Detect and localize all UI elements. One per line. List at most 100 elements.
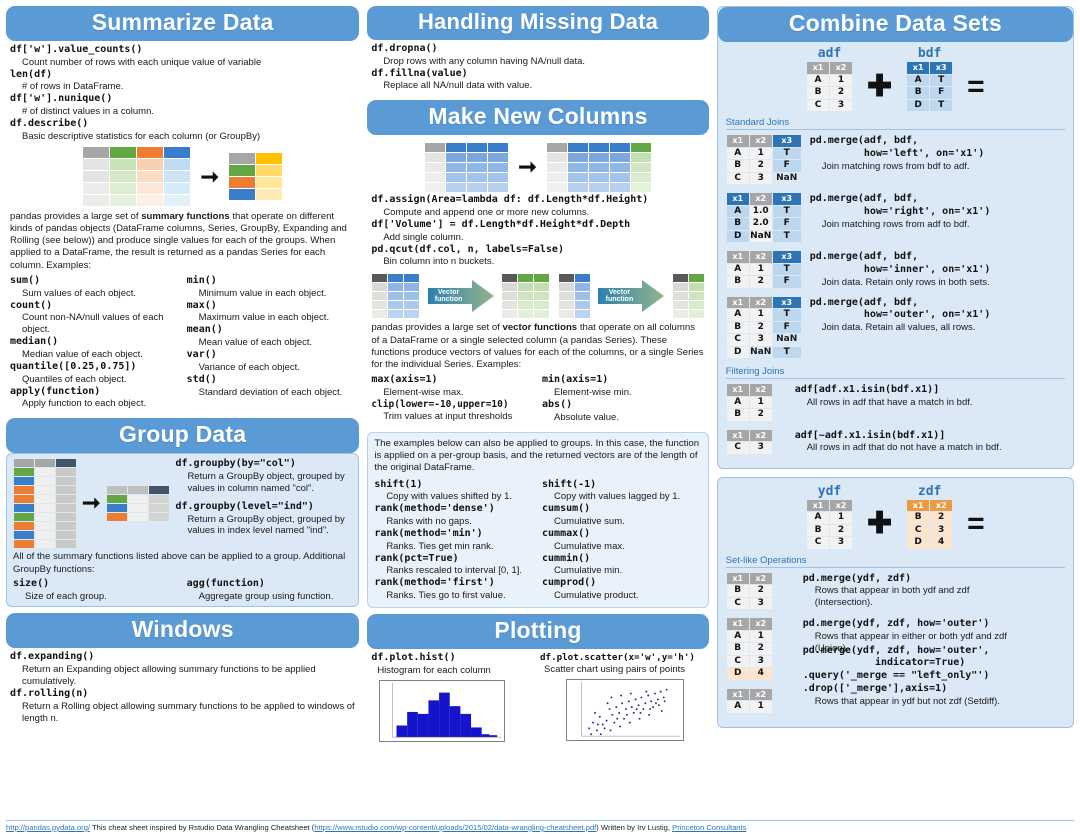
fn-apply: apply(function)	[10, 385, 101, 397]
section-windows: Windows df.expanding() Return an Expandi…	[6, 613, 360, 726]
adf-bdf-diagram: adf x1 x2 A1 B2 C3 ✚ bdf x1 x3 AT B F D …	[726, 46, 1065, 112]
fn-groupby-level: df.groupby(level="ind")	[175, 500, 314, 512]
vector-function-arrow-1: Vector function	[427, 279, 494, 313]
table-header-row: x1 x2 x3	[726, 193, 801, 205]
table-row: C3	[907, 524, 953, 536]
fn-median: median()	[10, 336, 59, 348]
section-set-operations: ydf x1 x2 A1 B2 C3 ✚ zdf x1 x2 B2 C3 D 4…	[716, 476, 1074, 728]
right-arrow-icon: ➞	[82, 490, 101, 516]
pandas-link[interactable]: http://pandas.pydata.org/	[6, 823, 90, 832]
desc-var: Variance of each object.	[198, 361, 300, 373]
desc-len: # of rows in DataFrame.	[22, 81, 124, 93]
group-apply-left-list: shift(1) Copy with values shifted by 1. …	[374, 479, 534, 602]
table-row: B2	[726, 585, 772, 597]
table-row: B2	[726, 643, 772, 655]
desc-plot-scatter: Scatter chart using pairs of points	[544, 663, 686, 675]
princeton-consultants-link[interactable]: Princeton Consultants	[672, 823, 746, 832]
filter-isin-text: adf[adf.x1.isin(bdf.x1)] All rows in adf…	[794, 384, 973, 408]
desc-cummax: Cumulative max.	[554, 540, 625, 552]
desc-shift-minus1: Copy with values lagged by 1.	[554, 491, 681, 503]
table-row: B2F	[726, 321, 801, 333]
group-note: All of the summary functions listed abov…	[13, 551, 346, 575]
diagram-table-result	[229, 153, 283, 201]
join-outer: x1 x2 x3 A1T B2F C 3 NaN D NaN T pd.merge(adf,…	[726, 296, 1065, 360]
adf-block: adf x1 x2 A1 B2 C3	[806, 46, 853, 112]
section-title-plotting: Plotting	[367, 613, 709, 649]
desc-agg: Aggregate group using function.	[198, 590, 334, 602]
new-columns-diagram: ➞	[371, 142, 704, 192]
table-row: A1	[726, 701, 772, 713]
groupby-result-table	[106, 485, 169, 521]
vector-right-list: min(axis=1) Element-wise min. abs() Abso…	[542, 374, 705, 423]
table-row: B2	[907, 512, 953, 524]
table-row: BF	[907, 87, 953, 99]
table-row: A 1.0 T	[726, 205, 801, 217]
col-header: x3	[930, 62, 953, 74]
fn-rolling: df.rolling(n)	[10, 688, 89, 699]
fn-max: max()	[186, 299, 217, 311]
table-row: D4	[726, 668, 772, 680]
table-row: C3	[726, 442, 772, 454]
plot-scatter-block: df.plot.scatter(x='w',y='h') Scatter cha…	[540, 652, 705, 745]
group-data-panel: ➞ df.groupby(by="col") Return a GroupBy …	[6, 453, 360, 608]
col-header: x2	[830, 62, 853, 74]
fn-plot-hist: df.plot.hist()	[371, 651, 456, 663]
set-union-table: x1 x2 A1 B2 C3 D4	[726, 617, 773, 681]
column-middle: Handling Missing Data df.dropna() Drop r…	[367, 6, 709, 812]
section-group-data: Group Data ➞ df.groupby(by="col") Return…	[6, 418, 360, 608]
ydf-name: ydf	[817, 483, 842, 499]
table-row: C 3 NaN	[726, 172, 801, 184]
right-arrow-icon: ➞	[518, 154, 537, 180]
zdf-name: zdf	[917, 483, 942, 499]
desc-volume-column: Add single column.	[383, 231, 464, 243]
fn-agg: agg(function)	[186, 577, 265, 589]
group-apply-right-list: shift(-1) Copy with values lagged by 1. …	[542, 479, 702, 602]
desc-mean: Mean value of each object.	[198, 337, 313, 349]
groupby-diagram: ➞	[13, 458, 169, 548]
fn-cummax: cummax()	[542, 527, 591, 539]
adf-table: x1 x2 A1 B2 C3	[806, 61, 853, 112]
plot-hist-block: df.plot.hist() Histogram for each column	[371, 652, 536, 745]
bdf-name: bdf	[917, 46, 942, 61]
filtering-joins-label: Filtering Joins	[725, 366, 1065, 379]
desc-dropna: Drop rows with any column having NA/null…	[383, 55, 586, 67]
section-group-apply: The examples below can also be applied t…	[367, 431, 709, 608]
table-row: C3	[726, 655, 772, 667]
desc-count: Count non-NA/null values of each object.	[22, 312, 164, 336]
standard-joins-label: Standard Joins	[725, 117, 1065, 130]
fn-rank-first: rank(method='first')	[374, 577, 495, 589]
group-apply-note: The examples below can also be applied t…	[374, 437, 700, 474]
fn-qcut: pd.qcut(df.col, n, labels=False)	[371, 243, 564, 255]
newcols-result-table	[547, 142, 652, 192]
desc-rank-pct: Ranks rescaled to interval [0, 1].	[386, 565, 523, 577]
fn-shift-1: shift(1)	[374, 478, 423, 490]
group-right-list: agg(function) Aggregate group using func…	[187, 578, 353, 603]
group-left-list: size() Size of each group.	[13, 578, 179, 603]
table-row: A1T	[726, 263, 801, 275]
join-inner: x1 x2 x3 A1T B2F pd.merge(adf, bdf, how='i…	[726, 250, 1065, 289]
fn-rank-pct: rank(pct=True)	[374, 552, 459, 564]
desc-expanding: Return an Expanding object allowing summ…	[22, 664, 316, 688]
fn-min: min()	[186, 275, 217, 287]
groupby-text-list: df.groupby(by="col") Return a GroupBy ob…	[175, 458, 352, 537]
adf-name: adf	[817, 46, 842, 61]
table-row: C3	[726, 597, 772, 609]
groupby-source-table	[13, 458, 76, 548]
table-header-row: x1 x2	[726, 688, 772, 700]
desc-fillna: Replace all NA/null data with value.	[383, 80, 533, 92]
desc-rank-first: Ranks. Ties go to first value.	[386, 590, 506, 602]
table-header-row: x1 x2 x3	[726, 296, 801, 308]
table-row: A1T	[726, 147, 801, 159]
join-right: x1 x2 x3 A 1.0 T B 2.0 F D NaN T pd.merge(adf, b…	[726, 192, 1065, 243]
rstudio-cheatsheet-link[interactable]: https://www.rstudio.com/wp-content/uploa…	[314, 823, 596, 832]
vector-result-table-1	[502, 273, 550, 318]
desc-max: Maximum value in each object.	[198, 312, 330, 324]
filter-not-isin: x1 x2 C3 adf[~adf.x1.isin(bdf.x1)] All ro…	[726, 429, 1065, 455]
bdf-table: x1 x3 AT BF DT	[906, 61, 953, 112]
fn-var: var()	[186, 349, 217, 361]
fn-fillna: df.fillna(value)	[371, 67, 468, 79]
join-right-table: x1 x2 x3 A 1.0 T B 2.0 F D NaN T	[726, 192, 802, 243]
desc-groupby-level: Return a GroupBy object, grouped by valu…	[187, 513, 345, 537]
desc-value-counts: Count number of rows with each unique va…	[22, 56, 262, 68]
cheatsheet-page: Summarize Data df['w'].value_counts() Co…	[0, 0, 1080, 834]
